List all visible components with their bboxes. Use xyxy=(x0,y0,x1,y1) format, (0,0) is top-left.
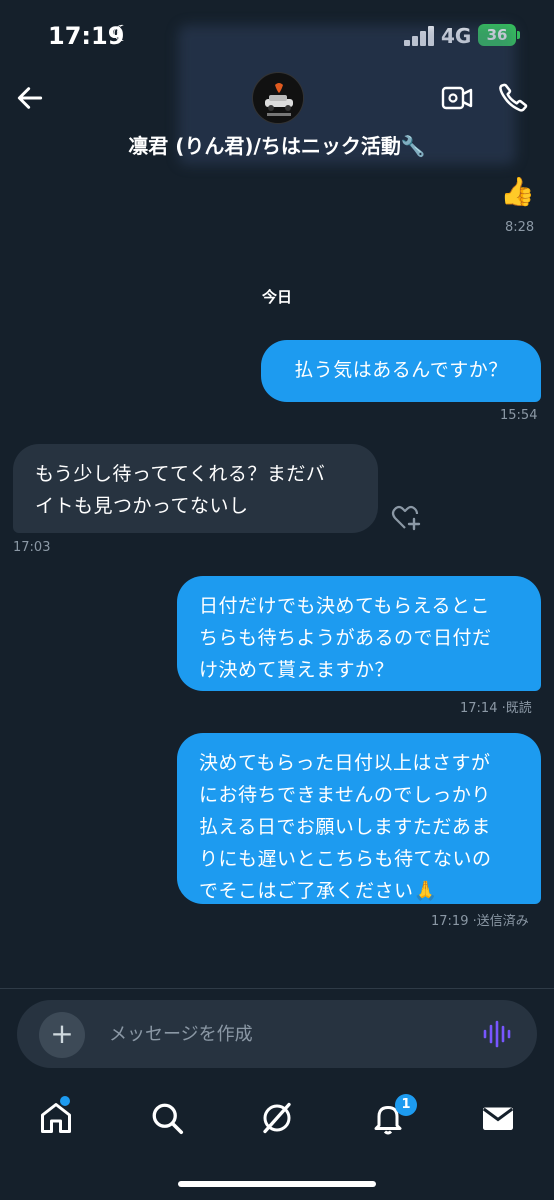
composer-divider xyxy=(0,988,554,989)
day-divider: 今日 xyxy=(261,288,292,306)
voice-message-icon[interactable] xyxy=(482,1020,512,1048)
moon-icon: ☾ xyxy=(112,22,132,47)
messages-envelope-icon[interactable] xyxy=(480,1100,516,1136)
bottom-navigation: 1 xyxy=(0,1090,554,1150)
home-icon[interactable] xyxy=(38,1100,74,1136)
message-text-line: ちらも待ちようがあるので日付だ xyxy=(199,627,492,649)
search-icon[interactable] xyxy=(149,1100,185,1136)
message-input[interactable] xyxy=(109,1020,449,1048)
message-text-line: 決めてもらった日付以上はさすが xyxy=(199,752,491,774)
outgoing-message[interactable]: 決めてもらった日付以上はさすが にお待ちできませんのでしっかり 払える日でお願い… xyxy=(177,733,541,904)
message-sent-status: 17:19 ·送信済み xyxy=(431,914,529,929)
message-timestamp: 17:03 xyxy=(13,540,51,555)
message-timestamp: 15:54 xyxy=(500,408,538,423)
video-call-icon[interactable] xyxy=(441,84,473,112)
battery-cap xyxy=(517,31,520,39)
add-reaction-icon[interactable] xyxy=(390,502,422,532)
message-composer: + xyxy=(17,1000,537,1068)
add-attachment-button[interactable]: + xyxy=(39,1012,85,1058)
incoming-message[interactable]: もう少し待っててくれる？まだバ イトも見つかってないし xyxy=(13,444,378,533)
avatar-image xyxy=(253,73,303,123)
conversation-header: 凛君 (りん君)/ちはニック活動🔧 xyxy=(0,72,554,164)
home-unread-dot xyxy=(60,1096,70,1106)
thumbs-up-emoji-message[interactable]: 👍 xyxy=(500,175,535,208)
message-timestamp: 8:28 xyxy=(505,220,535,235)
grok-icon[interactable] xyxy=(259,1100,295,1136)
outgoing-message[interactable]: 払う気はあるんですか？ xyxy=(261,340,541,402)
message-text: 払う気はあるんですか？ xyxy=(294,359,508,381)
message-text-line: もう少し待っててくれる？まだバ xyxy=(35,463,326,485)
message-text-line: でそこはご了承ください🙏 xyxy=(199,880,438,902)
message-text-line: け決めて貰えますか？ xyxy=(199,659,395,681)
back-arrow-icon[interactable] xyxy=(14,82,46,114)
contact-name[interactable]: 凛君 (りん君)/ちはニック活動🔧 xyxy=(0,130,554,159)
message-text-line: にお待ちできませんのでしっかり xyxy=(199,784,491,806)
message-text-line: 日付だけでも決めてもらえるとこ xyxy=(199,595,490,617)
message-read-status: 17:14 ·既読 xyxy=(460,701,532,716)
home-indicator[interactable] xyxy=(178,1181,376,1187)
outgoing-message[interactable]: 日付だけでも決めてもらえるとこ ちらも待ちようがあるので日付だ け決めて貰えます… xyxy=(177,576,541,691)
avatar[interactable] xyxy=(252,72,304,124)
message-text-line: りにも遅いとこちらも待てないの xyxy=(199,848,492,870)
notifications-badge: 1 xyxy=(395,1094,417,1116)
message-text-line: 払える日でお願いしますただあま xyxy=(199,816,491,838)
phone-call-icon[interactable] xyxy=(497,82,529,114)
message-text-line: イトも見つかってないし xyxy=(35,495,249,517)
